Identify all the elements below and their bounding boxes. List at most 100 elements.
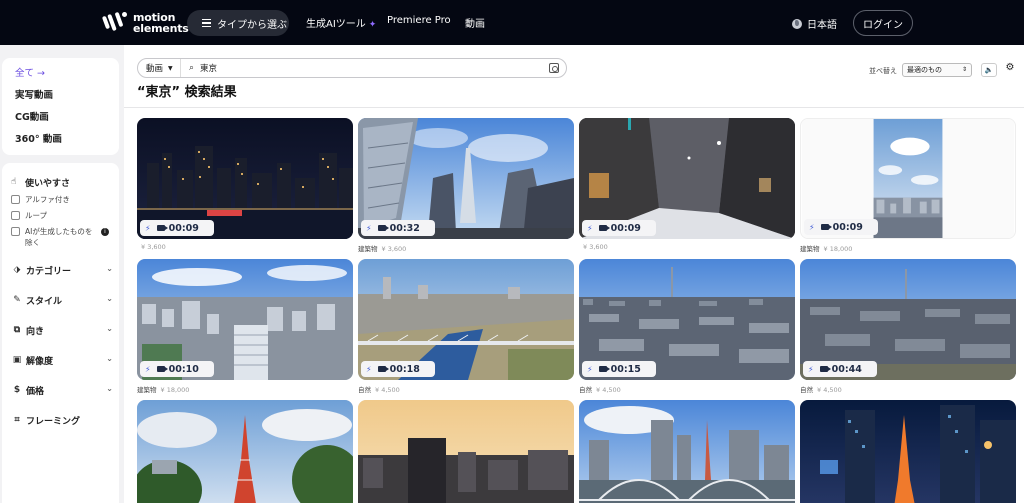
search-icon: ⌕ bbox=[189, 63, 195, 73]
duration-badge: ⚡ 00:09 bbox=[804, 219, 878, 235]
video-thumbnail bbox=[579, 400, 795, 503]
duration-badge: ⚡ 00:44 bbox=[803, 361, 877, 377]
globe-icon bbox=[792, 18, 802, 29]
card-meta: 自然 ¥ 4,500 bbox=[579, 386, 621, 394]
video-card[interactable]: ⚡ 00:09 bbox=[800, 118, 1016, 239]
chevron-down-icon: ⌄ bbox=[106, 354, 113, 363]
bolt-icon: ⚡ bbox=[145, 223, 151, 233]
filter-orientation[interactable]: ⧉ 向き ⌄ bbox=[11, 322, 113, 338]
checkbox[interactable] bbox=[11, 195, 20, 204]
media-type-nav: 全て → 実写動画 CG動画 360° 動画 bbox=[2, 58, 119, 155]
login-button[interactable]: ログイン bbox=[853, 10, 913, 36]
bolt-icon: ⚡ bbox=[366, 364, 372, 374]
media-type-live-action[interactable]: 実写動画 bbox=[15, 88, 119, 110]
hand-icon: ☝ bbox=[11, 177, 17, 187]
filter-exclude-ai-checkbox[interactable]: AIが生成したものを除く i bbox=[11, 226, 119, 248]
video-card[interactable]: ⚡ 00:15 bbox=[579, 259, 795, 380]
browse-by-type-label: タイプから選ぶ bbox=[217, 19, 287, 31]
camera-icon bbox=[156, 225, 168, 231]
filter-loop-checkbox[interactable]: ループ bbox=[11, 210, 119, 221]
chevron-down-icon: ⌄ bbox=[106, 294, 113, 303]
bolt-icon: ⚡ bbox=[587, 223, 593, 233]
duration-badge: ⚡ 00:32 bbox=[361, 220, 435, 236]
results-title: “東京” 検索結果 bbox=[137, 85, 237, 100]
camera-icon bbox=[598, 366, 610, 372]
bolt-icon: ⚡ bbox=[145, 364, 151, 374]
menu-icon bbox=[202, 17, 211, 30]
browse-by-type-button[interactable]: タイプから選ぶ bbox=[187, 10, 289, 36]
video-card[interactable]: ⚡ 00:32 bbox=[358, 118, 574, 239]
duration-badge: ⚡ 00:18 bbox=[361, 361, 435, 377]
bolt-icon: ⚡ bbox=[587, 364, 593, 374]
checkbox[interactable] bbox=[11, 211, 20, 220]
caret-down-icon: ▼ bbox=[168, 64, 173, 72]
language-selector[interactable]: 日本語 bbox=[792, 16, 837, 31]
sort-label: 並べ替え bbox=[869, 67, 897, 75]
search-bar: 動画 ▼ ⌕ bbox=[137, 58, 567, 78]
filter-style[interactable]: ✎ スタイル ⌄ bbox=[11, 292, 113, 308]
filter-framing[interactable]: ⌗ フレーミング bbox=[11, 412, 113, 428]
video-card[interactable]: ⚡ 00:44 bbox=[800, 259, 1016, 380]
video-card[interactable] bbox=[358, 400, 574, 503]
video-thumbnail bbox=[800, 400, 1016, 503]
camera-icon bbox=[377, 366, 389, 372]
video-card[interactable]: ⚡ 00:18 bbox=[358, 259, 574, 380]
bolt-icon: ⚡ bbox=[366, 223, 372, 233]
duration-badge: ⚡ 00:09 bbox=[582, 220, 656, 236]
card-meta: 自然 ¥ 4,500 bbox=[358, 386, 400, 394]
info-icon[interactable]: i bbox=[101, 228, 109, 236]
card-meta: 建築物 ¥ 18,000 bbox=[137, 386, 190, 394]
video-card[interactable] bbox=[137, 400, 353, 503]
orientation-icon: ⧉ bbox=[13, 325, 21, 335]
image-search-icon[interactable] bbox=[549, 63, 559, 73]
search-type-dropdown[interactable]: 動画 ▼ bbox=[138, 59, 181, 77]
motion-elements-logo[interactable]: motion elements bbox=[101, 11, 189, 35]
nav-ai-tools[interactable]: 生成AIツール ✦ bbox=[306, 15, 376, 30]
sparkle-icon: ✦ bbox=[368, 20, 377, 30]
media-type-360[interactable]: 360° 動画 bbox=[15, 132, 119, 154]
video-card[interactable]: ⚡ 00:09 bbox=[579, 118, 795, 239]
bolt-icon: ⚡ bbox=[808, 364, 814, 374]
video-card[interactable] bbox=[800, 400, 1016, 503]
card-meta: ¥ 3,600 bbox=[583, 243, 608, 251]
logo-text: motion elements bbox=[133, 11, 189, 35]
checkbox[interactable] bbox=[11, 227, 20, 236]
media-type-all[interactable]: 全て → bbox=[15, 66, 119, 88]
search-input[interactable] bbox=[200, 63, 549, 73]
video-card[interactable]: ⚡ 00:10 bbox=[137, 259, 353, 380]
card-meta: 建築物 ¥ 18,000 bbox=[800, 245, 853, 253]
camera-icon bbox=[598, 225, 610, 231]
chevron-down-icon: ⌄ bbox=[106, 264, 113, 273]
sort-dropdown[interactable]: 最適のもの ⇕ bbox=[902, 63, 972, 77]
tag-icon: ⬗ bbox=[13, 265, 21, 275]
video-card[interactable]: ⚡ 00:09 bbox=[137, 118, 353, 239]
nav-premiere-pro[interactable]: Premiere Pro bbox=[387, 15, 451, 26]
framing-icon: ⌗ bbox=[14, 415, 20, 425]
updown-icon: ⇕ bbox=[961, 66, 967, 73]
camera-icon bbox=[820, 224, 832, 230]
filter-alpha-checkbox[interactable]: アルファ付き bbox=[11, 194, 119, 205]
camera-icon bbox=[156, 366, 168, 372]
card-meta: ¥ 3,600 bbox=[141, 243, 166, 251]
media-type-cg[interactable]: CG動画 bbox=[15, 110, 119, 132]
logo-mark-icon bbox=[101, 11, 128, 34]
duration-badge: ⚡ 00:10 bbox=[140, 361, 214, 377]
language-label: 日本語 bbox=[807, 20, 837, 31]
duration-badge: ⚡ 00:15 bbox=[582, 361, 656, 377]
chevron-down-icon: ⌄ bbox=[106, 384, 113, 393]
card-meta: 自然 ¥ 4,500 bbox=[800, 386, 842, 394]
card-meta: 建築物 ¥ 3,600 bbox=[358, 245, 407, 253]
sound-toggle-button[interactable]: 🔈 bbox=[981, 63, 997, 77]
gear-icon[interactable]: ⚙ bbox=[1002, 62, 1018, 76]
filter-category[interactable]: ⬗ カテゴリー ⌄ bbox=[11, 262, 113, 278]
top-navigation: motion elements タイプから選ぶ 生成AIツール ✦ Premier… bbox=[0, 0, 1024, 45]
bolt-icon: ⚡ bbox=[809, 222, 815, 232]
filter-resolution[interactable]: ▣ 解像度 ⌄ bbox=[11, 352, 113, 368]
resolution-icon: ▣ bbox=[12, 355, 22, 365]
camera-icon bbox=[377, 225, 389, 231]
duration-badge: ⚡ 00:09 bbox=[140, 220, 214, 236]
nav-video[interactable]: 動画 bbox=[465, 15, 485, 30]
video-card[interactable] bbox=[579, 400, 795, 503]
divider bbox=[124, 107, 1024, 108]
filter-price[interactable]: $ 価格 ⌄ bbox=[11, 382, 113, 398]
